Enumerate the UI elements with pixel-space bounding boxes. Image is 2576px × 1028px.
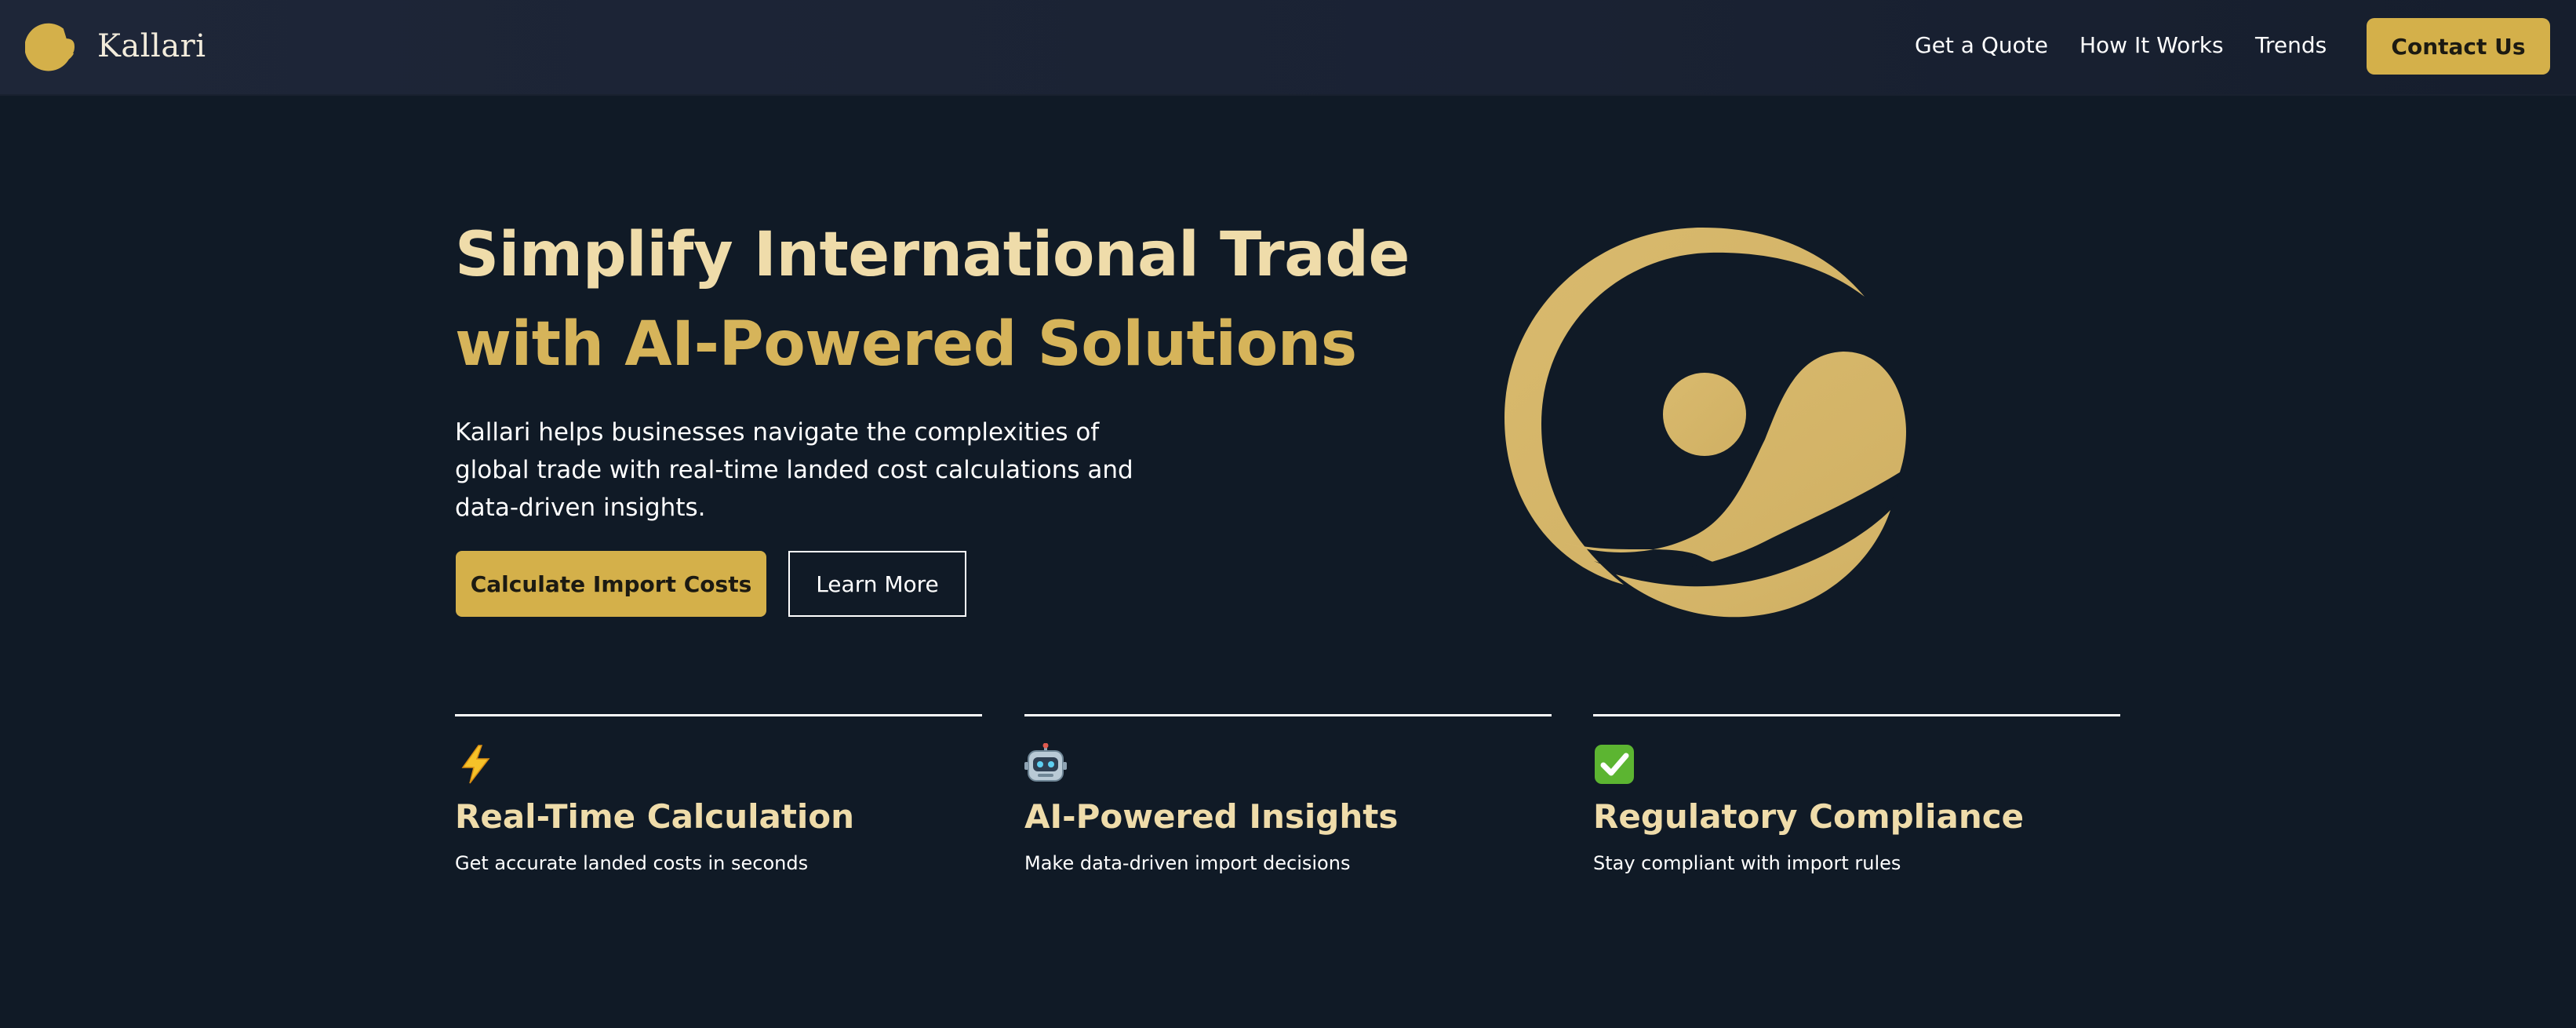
hero-title-line-2: with AI-Powered Solutions [455,309,1357,380]
feature-description: Get accurate landed costs in seconds [455,852,809,874]
feature-title: AI-Powered Insights [1024,797,1399,836]
kallari-logo-icon [25,23,75,71]
calculate-import-costs-button[interactable]: Calculate Import Costs [456,551,766,617]
feature-title: Real-Time Calculation [455,797,855,836]
feature-card-ai-insights: AI-Powered Insights Make data-driven imp… [1024,714,1552,877]
feature-divider [455,714,982,716]
nav-link-get-a-quote[interactable]: Get a Quote [1915,31,2048,60]
lightning-icon [461,745,490,784]
feature-card-real-time: Real-Time Calculation Get accurate lande… [455,714,982,877]
brand-name: Kallari [97,28,206,64]
nav-link-how-it-works[interactable]: How It Works [2079,31,2224,60]
learn-more-button[interactable]: Learn More [788,551,966,617]
feature-card-compliance: Regulatory Compliance Stay compliant wit… [1593,714,2120,877]
top-navbar: Kallari Get a Quote How It Works Trends … [0,0,2576,96]
feature-divider [1593,714,2120,716]
feature-divider [1024,714,1552,716]
feature-description: Stay compliant with import rules [1593,852,1901,874]
hero-description: Kallari helps businesses navigate the co… [455,418,1133,522]
hero-title-line-1: Simplify International Trade [455,220,1410,290]
feature-description: Make data-driven import decisions [1024,852,1351,874]
kallari-swirl-logo-icon [1504,228,1906,618]
feature-title: Regulatory Compliance [1593,797,2025,836]
nav-link-trends[interactable]: Trends [2255,31,2327,60]
contact-us-button[interactable]: Contact Us [2367,18,2550,75]
check-mark-icon [1595,745,1634,784]
robot-icon [1024,743,1067,782]
brand-home-link[interactable]: Kallari [25,19,206,74]
